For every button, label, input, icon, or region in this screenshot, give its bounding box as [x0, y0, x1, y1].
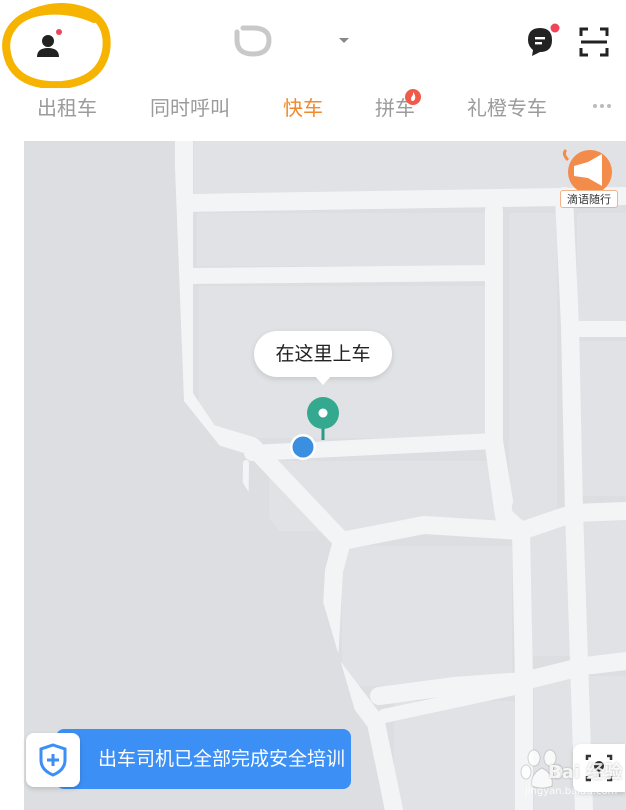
more-icon[interactable] [592, 96, 612, 116]
map-view[interactable] [24, 141, 626, 810]
fire-icon [405, 89, 421, 105]
watermark-sub: jingyan.baidu.com [525, 786, 618, 797]
map-roads [24, 141, 626, 810]
scan-icon[interactable] [578, 26, 610, 58]
tab-express[interactable]: 快车 [283, 88, 323, 132]
pickup-bubble-tail [314, 375, 332, 385]
city-dropdown-icon[interactable] [336, 34, 352, 46]
user-icon [37, 29, 62, 57]
tab-simultaneous-call[interactable]: 同时呼叫 [150, 88, 230, 132]
safety-banner-text: 出车司机已全部完成安全培训 [98, 748, 346, 770]
pickup-bubble[interactable]: 在这里上车 [254, 331, 392, 377]
notification-dot [56, 29, 62, 35]
tab-premier[interactable]: 礼橙专车 [467, 88, 547, 132]
current-location-icon [290, 434, 316, 460]
shield-icon [39, 743, 67, 777]
voice-badge-label: 滴语随行 [560, 190, 618, 208]
profile-button[interactable] [26, 26, 70, 70]
message-icon[interactable] [524, 22, 560, 62]
safety-shield-button[interactable] [26, 733, 80, 787]
didi-logo-icon [234, 25, 272, 57]
watermark-text: Bai 经验 [548, 762, 623, 783]
service-tabs: 出租车 同时呼叫 快车 拼车 礼橙专车 [0, 88, 626, 132]
tab-taxi[interactable]: 出租车 [37, 88, 97, 132]
